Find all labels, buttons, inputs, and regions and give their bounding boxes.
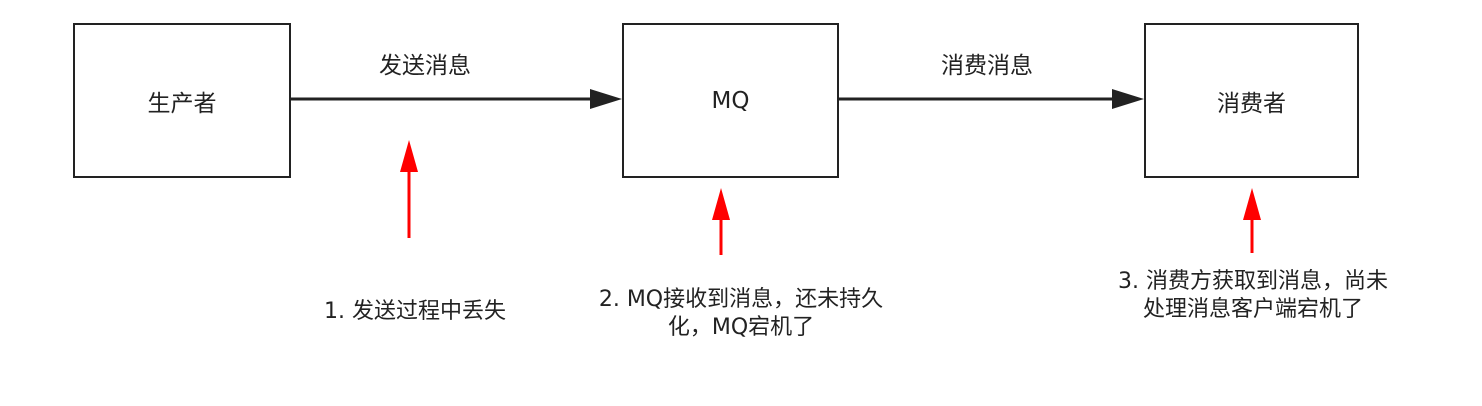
note-mq-loss: 2. MQ接收到消息，还未持久化，MQ宕机了	[598, 287, 884, 340]
node-consumer-label: 消费者	[1217, 90, 1286, 117]
note-send-loss: 1. 发送过程中丢失	[324, 299, 506, 324]
failure-arrow-consumer-head	[1243, 188, 1261, 220]
edge-send	[291, 89, 622, 109]
note-consumer-loss: 3. 消费方获取到消息，尚未处理消息客户端宕机了	[1118, 269, 1388, 322]
edge-consume	[839, 89, 1144, 109]
node-consumer: 消费者	[1144, 23, 1359, 178]
node-producer-label: 生产者	[147, 90, 217, 117]
node-producer: 生产者	[73, 23, 291, 178]
node-mq: MQ	[622, 23, 839, 178]
failure-arrow-consumer	[1243, 188, 1261, 253]
edge-consume-arrowhead	[1112, 89, 1144, 109]
edge-send-arrowhead	[590, 89, 622, 109]
node-mq-label: MQ	[711, 87, 750, 114]
failure-arrow-mq	[712, 188, 730, 255]
failure-arrow-send	[400, 140, 418, 238]
failure-arrow-mq-head	[712, 188, 730, 220]
edge-send-label: 发送消息	[379, 53, 471, 79]
message-flow-diagram: 生产者 MQ 消费者 发送消息 消费消息 1. 发送过程中丢失 2. MQ接收到…	[0, 0, 1482, 406]
edge-consume-label: 消费消息	[941, 53, 1033, 79]
failure-arrow-send-head	[400, 140, 418, 172]
